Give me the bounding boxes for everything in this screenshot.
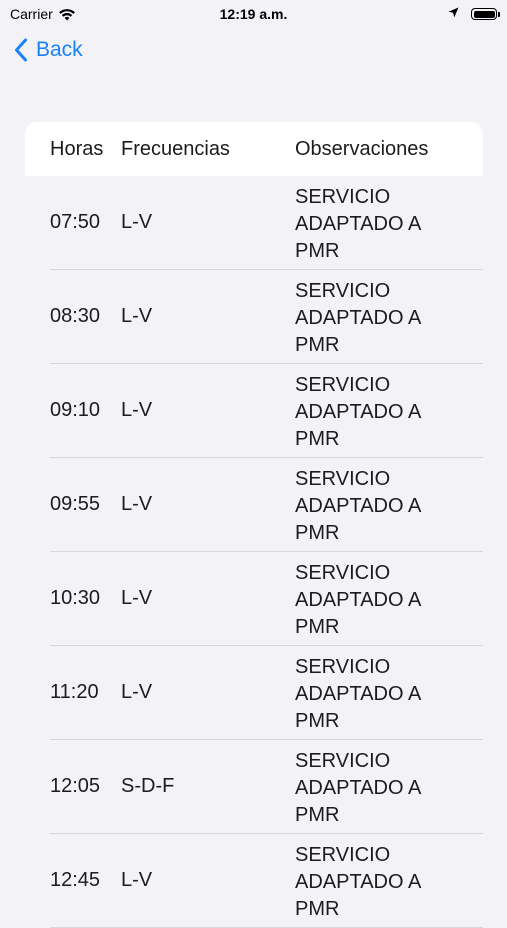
row-observaciones: SERVICIO ADAPTADO A PMR bbox=[295, 750, 421, 826]
row-hora: 09:10 bbox=[50, 399, 101, 421]
table-header: Horas Frecuencias Observaciones bbox=[25, 122, 483, 176]
row-hora: 12:05 bbox=[50, 775, 101, 797]
row-hora: 07:50 bbox=[50, 211, 101, 233]
row-observaciones: SERVICIO ADAPTADO A PMR bbox=[295, 844, 421, 920]
status-icons bbox=[448, 5, 500, 23]
table-row[interactable]: 07:50 L-V SERVICIO ADAPTADO A PMR bbox=[25, 176, 483, 270]
status-bar: Carrier 12:19 a.m. bbox=[0, 0, 507, 28]
schedule-list: 07:50 L-V SERVICIO ADAPTADO A PMR 08:30 L-V S… bbox=[25, 176, 483, 928]
table-row[interactable]: 09:55 L-V SERVICIO ADAPTADO A PMR bbox=[25, 458, 483, 552]
chevron-left-icon bbox=[14, 38, 28, 62]
row-observaciones: SERVICIO ADAPTADO A PMR bbox=[295, 468, 421, 544]
back-button[interactable]: Back bbox=[14, 38, 83, 62]
row-hora: 10:30 bbox=[50, 587, 101, 609]
battery-icon bbox=[471, 8, 500, 20]
header-horas: Horas bbox=[50, 138, 104, 160]
table-row[interactable]: 10:30 L-V SERVICIO ADAPTADO A PMR bbox=[25, 552, 483, 646]
row-frecuencia: L-V bbox=[121, 305, 153, 327]
table-row[interactable]: 09:10 L-V SERVICIO ADAPTADO A PMR bbox=[25, 364, 483, 458]
row-hora: 12:45 bbox=[50, 869, 101, 891]
row-frecuencia: L-V bbox=[121, 869, 153, 891]
location-arrow-icon bbox=[448, 5, 459, 23]
row-hora: 11:20 bbox=[50, 681, 99, 703]
row-observaciones: SERVICIO ADAPTADO A PMR bbox=[295, 656, 421, 732]
row-hora: 09:55 bbox=[50, 493, 101, 515]
header-observaciones: Observaciones bbox=[295, 138, 429, 160]
row-frecuencia: L-V bbox=[121, 493, 153, 515]
row-observaciones: SERVICIO ADAPTADO A PMR bbox=[295, 562, 421, 638]
row-frecuencia: L-V bbox=[121, 211, 153, 233]
header-frecuencias: Frecuencias bbox=[121, 138, 230, 160]
battery-level bbox=[473, 10, 495, 18]
row-frecuencia: S-D-F bbox=[121, 775, 175, 797]
row-observaciones: SERVICIO ADAPTADO A PMR bbox=[295, 374, 421, 450]
row-frecuencia: L-V bbox=[121, 399, 153, 421]
table-row[interactable]: 12:45 L-V SERVICIO ADAPTADO A PMR bbox=[25, 834, 483, 928]
status-time: 12:19 a.m. bbox=[219, 6, 288, 22]
back-label: Back bbox=[36, 38, 83, 61]
table-row[interactable]: 12:05 S-D-F SERVICIO ADAPTADO A PMR bbox=[25, 740, 483, 834]
row-frecuencia: L-V bbox=[121, 587, 153, 609]
table-row[interactable]: 08:30 L-V SERVICIO ADAPTADO A PMR bbox=[25, 270, 483, 364]
row-observaciones: SERVICIO ADAPTADO A PMR bbox=[295, 186, 421, 262]
row-frecuencia: L-V bbox=[121, 681, 153, 703]
row-hora: 08:30 bbox=[50, 305, 101, 327]
row-observaciones: SERVICIO ADAPTADO A PMR bbox=[295, 280, 421, 356]
table-row[interactable]: 11:20 L-V SERVICIO ADAPTADO A PMR bbox=[25, 646, 483, 740]
